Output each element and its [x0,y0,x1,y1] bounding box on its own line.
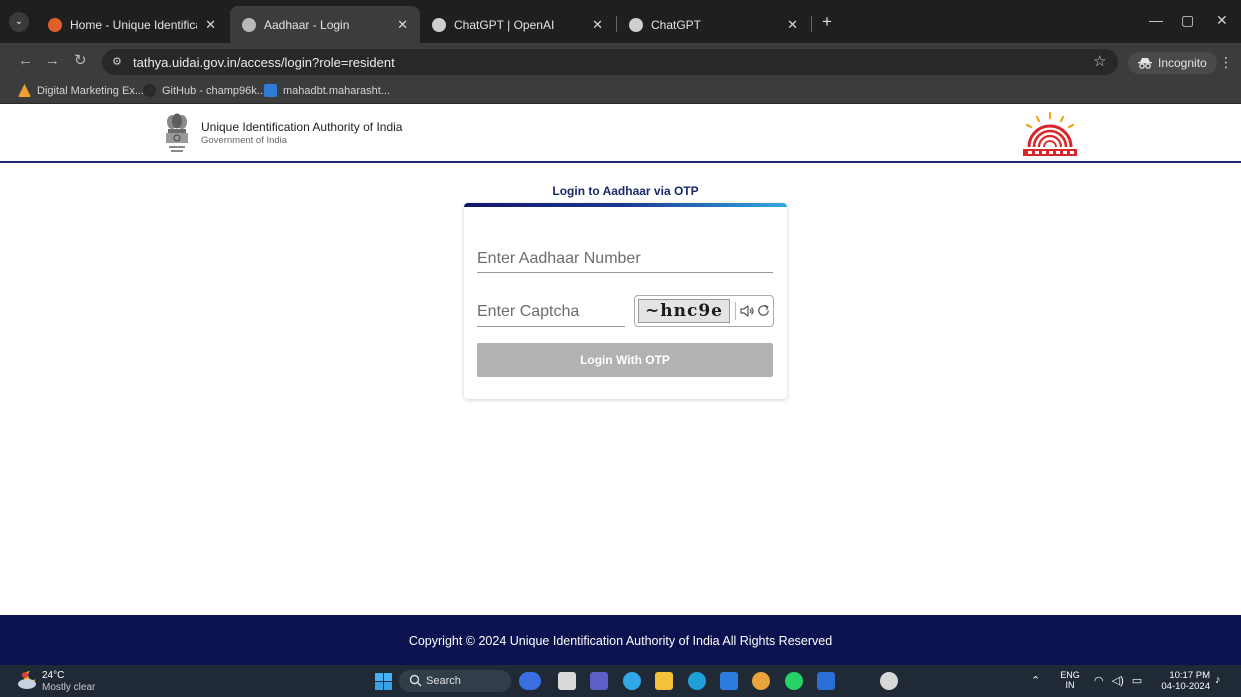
tab-separator [811,16,812,32]
tab-close-icon[interactable]: ✕ [205,17,216,33]
address-bar[interactable]: ⚙ tathya.uidai.gov.in/access/login?role=… [102,49,1118,75]
back-arrow-icon[interactable]: ← [18,52,33,69]
minimize-icon[interactable]: — [1149,12,1163,28]
tray-overflow-icon[interactable]: ⌃ [1031,674,1040,687]
tab-title: ChatGPT | OpenAI [454,17,555,32]
url-text[interactable]: tathya.uidai.gov.in/access/login?role=re… [133,55,395,70]
login-with-otp-button[interactable]: Login With OTP [477,343,773,377]
captcha-input[interactable] [477,297,625,327]
bookmark-github[interactable]: GitHub - champ96k... [143,84,266,97]
bookmark-digital-marketing[interactable]: Digital Marketing Ex... [18,84,144,97]
taskbar-search[interactable]: Search [399,670,511,692]
openai-favicon-icon [432,17,446,32]
incognito-icon [1138,58,1152,69]
site-header: Unique Identification Authority of India… [0,104,1241,163]
tab-chatgpt[interactable]: ChatGPT ✕ [617,6,810,43]
bookmarks-bar: Digital Marketing Ex... GitHub - champ96… [0,80,1241,104]
language-code: ENG [1060,670,1080,680]
whatsapp-app-icon[interactable] [785,672,803,690]
web-page: Unique Identification Authority of India… [0,104,1241,615]
store-app-icon[interactable] [720,672,738,690]
chrome-incognito-app-icon[interactable] [880,672,898,690]
search-icon [409,674,422,687]
weather-moon-cloud-icon[interactable] [16,669,40,691]
close-window-icon[interactable]: ✕ [1216,12,1228,29]
tab-aadhaar-login[interactable]: Aadhaar - Login ✕ [230,6,420,43]
captcha-image: ~hnc9e [638,299,730,323]
tab-chatgpt-openai[interactable]: ChatGPT | OpenAI ✕ [420,6,615,43]
battery-icon[interactable]: ▭ [1132,674,1142,687]
bookmark-mahadbt[interactable]: mahadbt.maharasht... [264,84,390,97]
page-bookmark-icon [264,84,277,97]
tab-close-icon[interactable]: ✕ [592,17,603,33]
tab-title: ChatGPT [651,17,702,32]
speaker-icon[interactable] [739,303,755,319]
bookmark-star-icon[interactable]: ☆ [1093,52,1106,70]
windows-start-icon[interactable] [375,673,392,690]
login-heading: Login to Aadhaar via OTP [552,184,699,198]
clock-date: 04-10-2024 [1161,681,1210,692]
file-explorer-app-icon[interactable] [655,672,673,690]
incognito-badge[interactable]: Incognito [1128,52,1217,74]
browser-tab-strip: ⌄ Home - Unique Identification A ✕ Aadha… [0,0,1241,43]
copilot-app-icon[interactable] [623,672,641,690]
system-tray[interactable]: ◠ ◁) ▭ [1094,674,1142,687]
tab-uidai-home[interactable]: Home - Unique Identification A ✕ [36,6,228,43]
weather-description: Mostly clear [42,682,96,693]
browser-toolbar: ← → ↻ ⚙ tathya.uidai.gov.in/access/login… [0,43,1241,80]
aadhaar-number-input[interactable] [477,245,773,273]
forward-arrow-icon[interactable]: → [45,52,60,69]
edge-app-icon[interactable] [688,672,706,690]
notification-bell-icon[interactable]: ♪ [1215,674,1221,686]
weather-temperature: 24°C [42,670,65,681]
tab-title: Home - Unique Identification A [70,17,197,32]
uidai-favicon-icon [48,17,62,32]
bookmark-label: mahadbt.maharasht... [283,84,391,97]
new-tab-button[interactable]: + [822,13,832,30]
bookmark-label: Digital Marketing Ex... [37,84,144,97]
bookmark-label: GitHub - champ96k... [162,84,266,97]
login-card: ~hnc9e Login With OTP [464,203,787,399]
site-info-icon[interactable]: ⚙ [112,55,126,69]
incognito-label: Incognito [1158,56,1207,70]
triangle-bookmark-icon [18,84,31,97]
globe-favicon-icon [242,17,256,32]
card-accent-bar [464,203,787,207]
refresh-icon[interactable] [756,303,771,318]
copyright-text: Copyright © 2024 Unique Identification A… [408,634,833,648]
search-label: Search [426,675,461,687]
widgets-app-icon[interactable] [519,672,541,690]
tab-title: Aadhaar - Login [264,17,350,32]
org-subtitle: Government of India [201,135,288,146]
windows-taskbar: 24°C Mostly clear Search ⌃ ENG IN ◠ ◁) ▭… [0,665,1241,697]
language-indicator[interactable]: ENG IN [1059,670,1081,690]
clock-time: 10:17 PM [1169,670,1210,681]
browser-menu-icon[interactable]: ⋮ [1219,54,1233,71]
tab-close-icon[interactable]: ✕ [787,17,798,33]
aadhaar-logo [1023,111,1077,156]
reload-icon[interactable]: ↻ [74,52,87,69]
tab-close-icon[interactable]: ✕ [397,17,408,33]
openai-favicon-icon [629,17,643,32]
chrome-app-icon[interactable] [752,672,770,690]
teams-app-icon[interactable] [590,672,608,690]
word-app-icon[interactable] [817,672,835,690]
site-footer: Copyright © 2024 Unique Identification A… [0,615,1241,665]
org-name: Unique Identification Authority of India [201,120,403,134]
captcha-divider [735,302,736,320]
restore-icon[interactable]: ▢ [1181,12,1194,29]
wifi-icon[interactable]: ◠ [1094,674,1104,687]
region-code: IN [1065,680,1075,690]
volume-icon[interactable]: ◁) [1112,674,1124,687]
national-emblem-icon [166,113,188,152]
captcha-box: ~hnc9e [634,295,774,327]
github-icon [143,84,156,97]
taskbar-clock[interactable]: 10:17 PM 04-10-2024 [1152,670,1210,692]
task-view-app-icon[interactable] [558,672,576,690]
tab-search-dropdown-icon[interactable]: ⌄ [9,12,29,32]
